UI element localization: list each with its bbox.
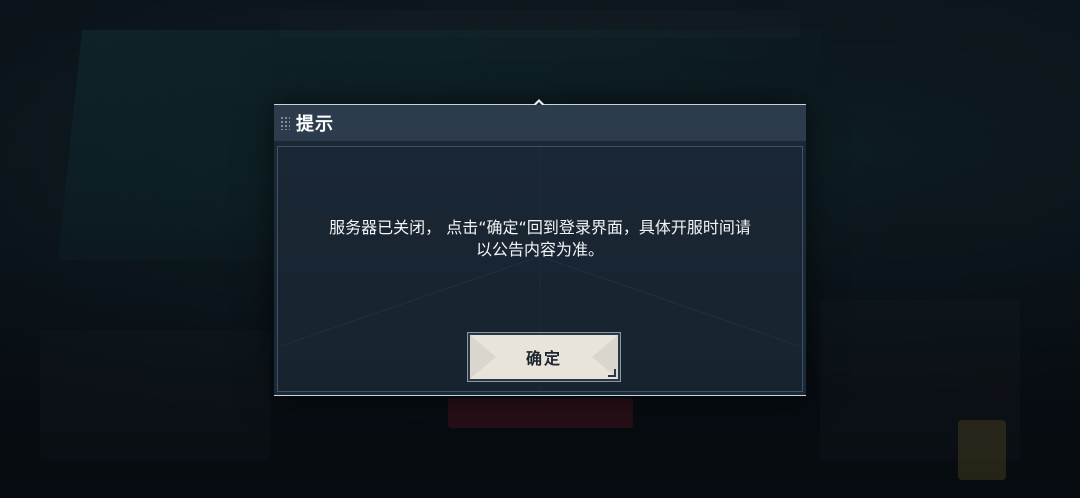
confirm-button[interactable]: 确定 xyxy=(468,333,620,381)
dialog-message: 服务器已关闭， 点击“确定“回到登录界面，具体开服时间请 以公告内容为准。 xyxy=(278,217,802,261)
game-screen: 提示 服务器已关闭， 点击“确定“回到登录界面，具体开服时间请 以公告内容为准。… xyxy=(0,0,1080,498)
button-decoration-left xyxy=(470,335,496,379)
grip-dots-icon xyxy=(280,116,290,130)
message-line-1: 服务器已关闭， 点击“确定“回到登录界面，具体开服时间请 xyxy=(329,218,751,237)
dialog-title: 提示 xyxy=(296,114,334,135)
confirm-button-label: 确定 xyxy=(525,349,562,368)
dialog-titlebar: 提示 xyxy=(274,105,806,141)
message-line-2: 以公告内容为准。 xyxy=(475,240,604,259)
dialog-body: 服务器已关闭， 点击“确定“回到登录界面，具体开服时间请 以公告内容为准。 确定 xyxy=(277,146,803,392)
button-corner-mark xyxy=(608,369,616,377)
notice-dialog: 提示 服务器已关闭， 点击“确定“回到登录界面，具体开服时间请 以公告内容为准。… xyxy=(274,99,806,396)
